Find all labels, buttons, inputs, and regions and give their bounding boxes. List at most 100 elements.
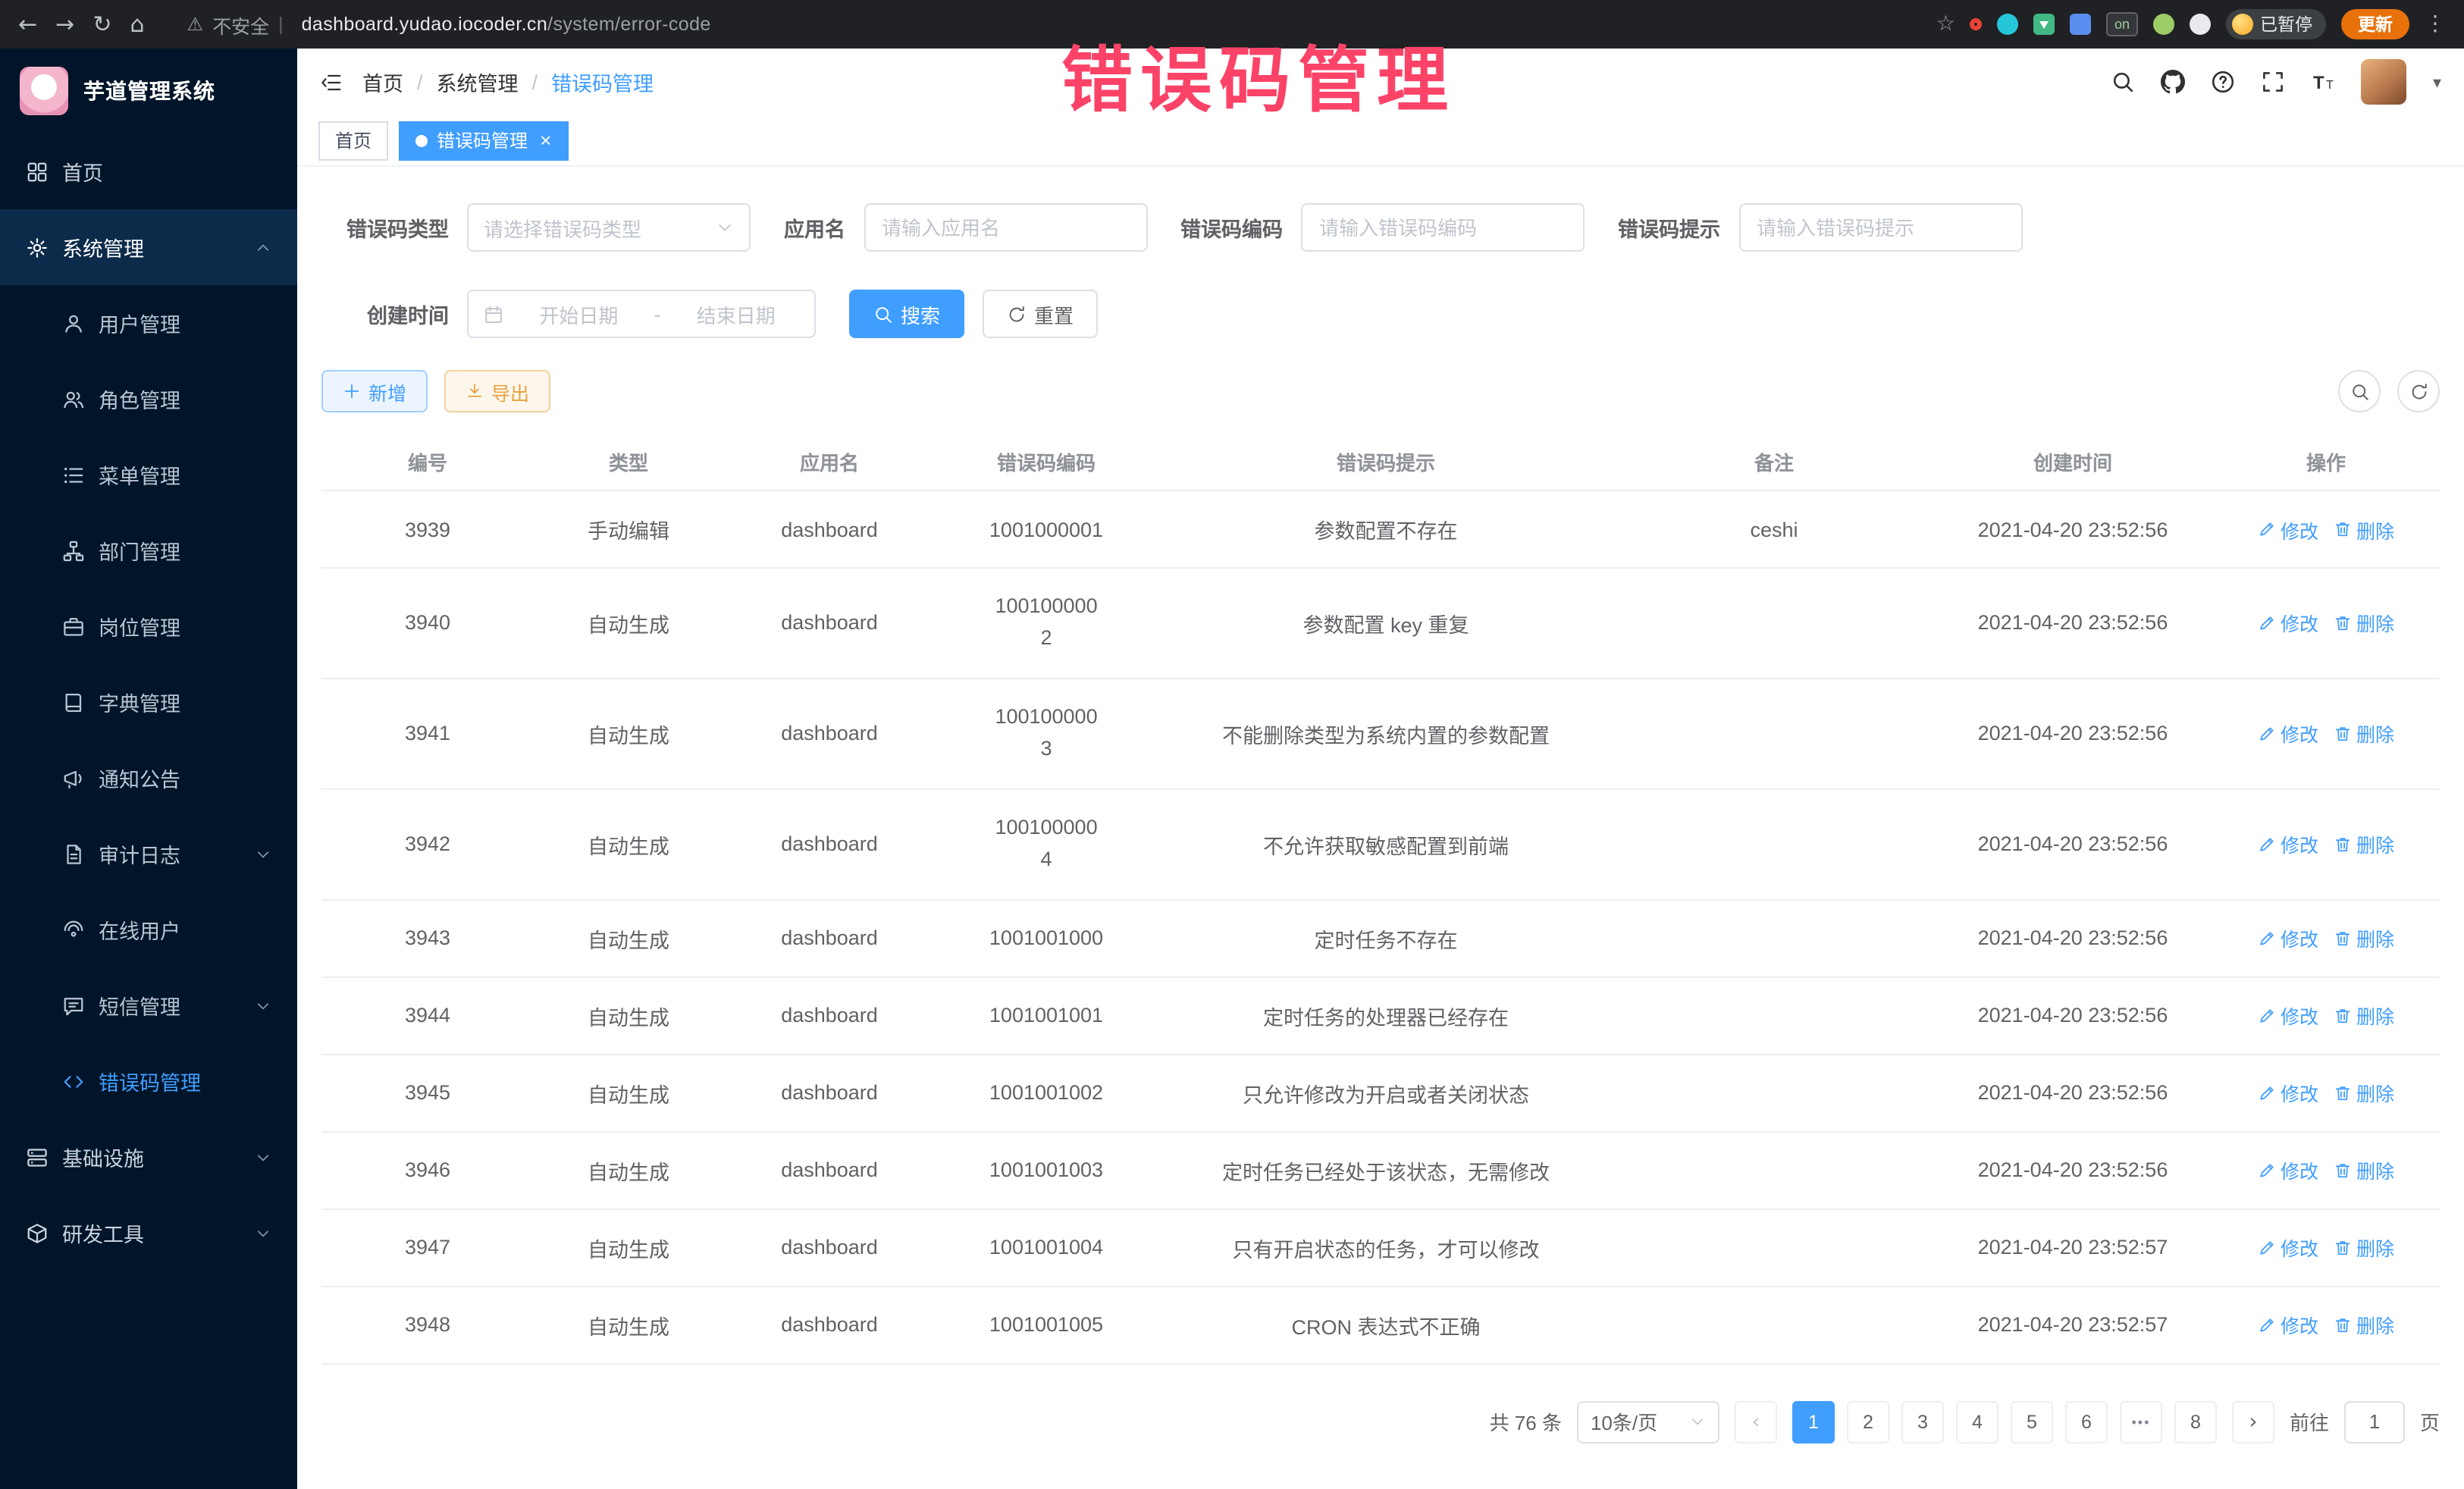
sidebar-item-9[interactable]: 审计日志 (0, 816, 297, 892)
error-code-input[interactable] (1301, 203, 1585, 252)
address-bar[interactable]: dashboard.yudao.iocoder.cn/system/error-… (302, 14, 711, 35)
column-header-2[interactable]: 应用名 (723, 434, 936, 490)
breadcrumb-item-0[interactable]: 首页 (362, 67, 403, 97)
edit-link[interactable]: 修改 (2258, 1310, 2318, 1339)
sidebar-item-5[interactable]: 部门管理 (0, 513, 297, 588)
edit-link[interactable]: 修改 (2258, 829, 2318, 858)
app-name-input[interactable] (864, 203, 1147, 252)
forward-icon[interactable]: → (55, 13, 74, 36)
column-header-6[interactable]: 创建时间 (1933, 434, 2212, 490)
sidebar-item-7[interactable]: 字典管理 (0, 664, 297, 740)
prev-page-button[interactable]: ‹ (1735, 1400, 1777, 1443)
tab-0[interactable]: 首页 (318, 121, 388, 160)
sidebar-item-6[interactable]: 岗位管理 (0, 588, 297, 664)
export-button[interactable]: 导出 (444, 370, 550, 412)
sidebar-item-2[interactable]: 用户管理 (0, 285, 297, 361)
edit-link[interactable]: 修改 (2258, 1233, 2318, 1262)
extension-icon-on-badge[interactable]: on (2107, 12, 2137, 36)
page-button-6[interactable]: 6 (2065, 1400, 2108, 1443)
sidebar-item-13[interactable]: 基础设施 (0, 1119, 297, 1195)
sidebar-item-8[interactable]: 通知公告 (0, 740, 297, 816)
page-button-4[interactable]: 4 (1956, 1400, 1998, 1443)
github-icon[interactable] (2161, 70, 2186, 94)
error-hint-input[interactable] (1738, 203, 2022, 252)
avatar-caret-icon[interactable]: ▾ (2433, 74, 2441, 90)
site-security-indicator[interactable]: ⚠ 不安全 | (187, 10, 284, 39)
back-icon[interactable]: ← (18, 13, 37, 36)
extension-icon-paw[interactable] (2189, 14, 2210, 35)
tab-1[interactable]: 错误码管理× (399, 121, 568, 160)
column-header-3[interactable]: 错误码编码 (936, 434, 1157, 490)
sidebar-item-label: 错误码管理 (99, 1066, 201, 1096)
sidebar-item-0[interactable]: 首页 (0, 133, 297, 209)
edit-link[interactable]: 修改 (2258, 923, 2318, 952)
browser-menu-icon[interactable]: ⋮ (2425, 14, 2446, 35)
refresh-table-button[interactable] (2397, 370, 2440, 412)
edit-link[interactable]: 修改 (2258, 1078, 2318, 1107)
edit-link[interactable]: 修改 (2258, 1155, 2318, 1184)
goto-page-input[interactable] (2344, 1400, 2405, 1443)
extension-icon-recorder[interactable] (1970, 18, 1983, 30)
delete-link[interactable]: 删除 (2334, 829, 2394, 858)
add-button[interactable]: 新增 (321, 370, 428, 412)
extension-icon-grid[interactable] (2071, 14, 2092, 35)
delete-link[interactable]: 删除 (2334, 923, 2394, 952)
next-page-button[interactable]: › (2232, 1400, 2274, 1443)
delete-link[interactable]: 删除 (2334, 719, 2394, 748)
breadcrumb-item-1[interactable]: 系统管理 (437, 67, 519, 97)
edit-link[interactable]: 修改 (2258, 719, 2318, 748)
sidebar-item-10[interactable]: 在线用户 (0, 892, 297, 967)
logo[interactable]: 芋道管理系统 (0, 49, 297, 133)
reset-button[interactable]: 重置 (983, 290, 1098, 338)
column-header-1[interactable]: 类型 (534, 434, 723, 490)
collapse-sidebar-icon[interactable] (320, 71, 343, 93)
extension-icon-colorpicker[interactable] (1998, 14, 2019, 35)
page-button-2[interactable]: 2 (1847, 1400, 1889, 1443)
delete-link[interactable]: 删除 (2334, 1078, 2394, 1107)
delete-link[interactable]: 删除 (2334, 1310, 2394, 1339)
delete-link[interactable]: 删除 (2334, 1155, 2394, 1184)
tab-close-icon[interactable]: × (540, 130, 551, 150)
fullscreen-icon[interactable] (2262, 70, 2286, 94)
column-header-0[interactable]: 编号 (321, 434, 534, 490)
font-size-icon[interactable]: TT (2312, 70, 2336, 94)
help-icon[interactable] (2212, 70, 2236, 94)
delete-link[interactable]: 删除 (2334, 1001, 2394, 1030)
page-button-8[interactable]: 8 (2174, 1400, 2217, 1443)
column-header-4[interactable]: 错误码提示 (1157, 434, 1615, 490)
search-button[interactable]: 搜索 (849, 290, 964, 338)
edit-link[interactable]: 修改 (2258, 515, 2318, 544)
page-size-select[interactable]: 10条/页 (1577, 1400, 1719, 1443)
edit-link[interactable]: 修改 (2258, 1001, 2318, 1030)
profile-paused-badge[interactable]: 已暂停 (2225, 9, 2326, 39)
home-icon[interactable]: ⌂ (130, 13, 144, 36)
extension-icon-vue-devtools[interactable] (2034, 14, 2055, 35)
sidebar-item-1[interactable]: 系统管理 (0, 209, 297, 285)
date-range-picker[interactable]: 开始日期 - 结束日期 (467, 290, 816, 338)
extension-icon-leaf[interactable] (2152, 14, 2174, 35)
page-button-3[interactable]: 3 (1901, 1400, 1944, 1443)
sidebar-item-14[interactable]: 研发工具 (0, 1195, 297, 1271)
edit-link[interactable]: 修改 (2258, 609, 2318, 638)
column-header-7[interactable]: 操作 (2212, 434, 2440, 490)
global-search-icon[interactable] (2111, 70, 2136, 94)
page-button-more[interactable]: ••• (2120, 1400, 2162, 1443)
delete-link[interactable]: 删除 (2334, 515, 2394, 544)
error-type-select[interactable]: 请选择错误码类型 (467, 203, 751, 252)
sidebar-item-12[interactable]: 错误码管理 (0, 1043, 297, 1119)
bookmark-star-icon[interactable]: ☆ (1936, 14, 1955, 35)
sidebar-item-4[interactable]: 菜单管理 (0, 437, 297, 513)
sidebar-item-3[interactable]: 角色管理 (0, 361, 297, 437)
breadcrumb-item-2[interactable]: 错误码管理 (551, 67, 654, 97)
column-header-5[interactable]: 备注 (1615, 434, 1933, 490)
page-button-1[interactable]: 1 (1792, 1400, 1835, 1443)
sidebar-item-11[interactable]: 短信管理 (0, 967, 297, 1043)
page-button-5[interactable]: 5 (2011, 1400, 2053, 1443)
toggle-search-button[interactable] (2338, 370, 2381, 412)
user-avatar[interactable] (2362, 59, 2407, 105)
browser-update-button[interactable]: 更新 (2341, 9, 2409, 39)
reload-icon[interactable]: ↻ (92, 13, 111, 36)
search-button-label: 搜索 (901, 299, 940, 328)
delete-link[interactable]: 删除 (2334, 609, 2394, 638)
delete-link[interactable]: 删除 (2334, 1233, 2394, 1262)
